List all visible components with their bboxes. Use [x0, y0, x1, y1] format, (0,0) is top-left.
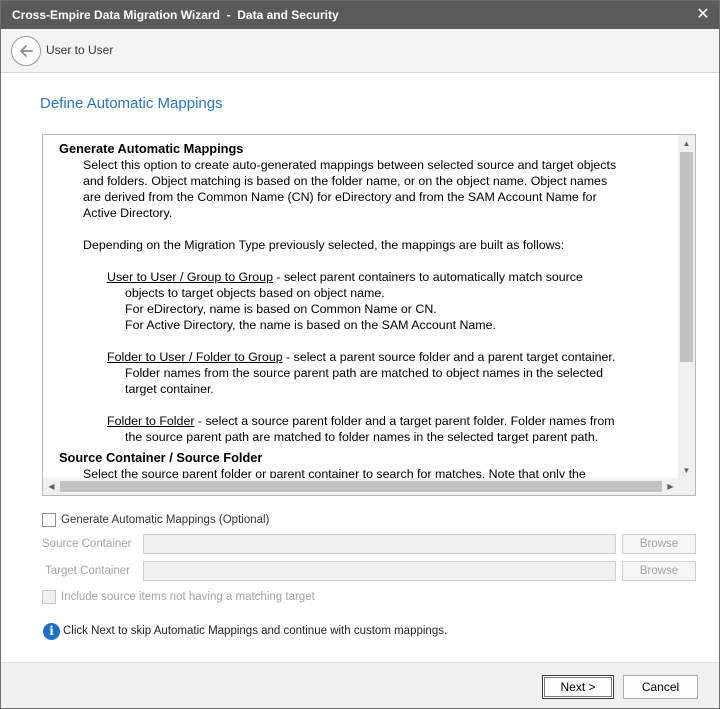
help-item-text: - select parent containers to automatica… — [272, 270, 583, 284]
scroll-left-icon[interactable]: ◀ — [43, 478, 60, 495]
target-container-field[interactable] — [143, 561, 616, 581]
help-paragraph-2: Depending on the Migration Type previous… — [83, 238, 565, 252]
help-item-link: Folder to Folder — [107, 414, 195, 428]
vertical-scroll-thumb[interactable] — [680, 152, 693, 362]
next-button[interactable]: Next > — [542, 675, 614, 699]
help-text-box[interactable]: Generate Automatic Mappings Select this … — [42, 134, 696, 496]
generate-mappings-checkbox[interactable] — [42, 513, 56, 527]
source-container-field[interactable] — [143, 534, 616, 554]
help-item-folder-to-folder: Folder to Folder - select a source paren… — [59, 413, 673, 429]
help-item-link: User to User / Group to Group — [107, 270, 273, 284]
help-paragraph-1: Select this option to create auto-genera… — [59, 157, 673, 221]
info-text: Click Next to skip Automatic Mappings an… — [63, 625, 448, 637]
window-title: Cross-Empire Data Migration Wizard - Dat… — [12, 8, 339, 22]
back-label[interactable]: User to User — [46, 43, 113, 57]
cancel-button[interactable]: Cancel — [623, 675, 698, 699]
help-item-text: - select a source parent folder and a ta… — [194, 414, 615, 428]
help-item-cont: the source parent path are matched to fo… — [125, 430, 599, 444]
page-title: Define Automatic Mappings — [40, 95, 223, 112]
horizontal-scroll-thumb[interactable] — [60, 481, 662, 492]
nav-bar: User to User — [1, 29, 719, 73]
horizontal-scrollbar[interactable]: ◀ ▶ — [43, 478, 679, 495]
close-icon[interactable]: ✕ — [693, 5, 713, 25]
title-bar: Cross-Empire Data Migration Wizard - Dat… — [1, 1, 719, 29]
target-browse-button[interactable]: Browse — [622, 561, 696, 581]
help-content: Generate Automatic Mappings Select this … — [43, 135, 679, 479]
help-line: Select this option to create auto-genera… — [83, 158, 617, 172]
help-line: Active Directory. — [83, 206, 173, 220]
include-unmatched-label[interactable]: Include source items not having a matchi… — [61, 591, 315, 603]
help-item-cont: objects to target objects based on objec… — [125, 286, 385, 300]
source-container-label: Source Container — [42, 538, 132, 550]
help-heading-generate: Generate Automatic Mappings — [59, 141, 244, 156]
help-heading-source: Source Container / Source Folder — [59, 450, 263, 465]
help-item-link: Folder to User / Folder to Group — [107, 350, 283, 364]
scroll-right-icon[interactable]: ▶ — [662, 478, 679, 495]
help-line: are derived from the Common Name (CN) fo… — [83, 190, 597, 204]
wizard-window: Cross-Empire Data Migration Wizard - Dat… — [0, 0, 720, 709]
help-item-cont: target container. — [125, 382, 214, 396]
back-arrow-icon — [20, 45, 33, 57]
help-item-folder-to-user: Folder to User / Folder to Group - selec… — [59, 349, 673, 365]
help-item-cont: For eDirectory, name is based on Common … — [125, 302, 437, 316]
scroll-up-icon[interactable]: ▲ — [678, 135, 695, 152]
help-item-text: - select a parent source folder and a pa… — [282, 350, 616, 364]
source-browse-button[interactable]: Browse — [622, 534, 696, 554]
scroll-corner — [678, 478, 695, 495]
help-item-user-to-user: User to User / Group to Group - select p… — [59, 269, 673, 285]
help-line: and folders. Object matching is based on… — [83, 174, 608, 188]
help-item-cont: For Active Directory, the name is based … — [125, 318, 496, 332]
footer-bar: Next > Cancel — [1, 662, 719, 708]
vertical-scrollbar[interactable]: ▲ ▼ — [678, 135, 695, 479]
info-icon: i — [43, 623, 60, 640]
help-item-cont: Folder names from the source parent path… — [125, 366, 603, 380]
back-button[interactable] — [11, 36, 41, 66]
target-container-label: Target Container — [45, 565, 131, 577]
include-unmatched-checkbox[interactable] — [42, 590, 56, 604]
generate-mappings-label[interactable]: Generate Automatic Mappings (Optional) — [61, 514, 269, 526]
scroll-down-icon[interactable]: ▼ — [678, 462, 695, 479]
